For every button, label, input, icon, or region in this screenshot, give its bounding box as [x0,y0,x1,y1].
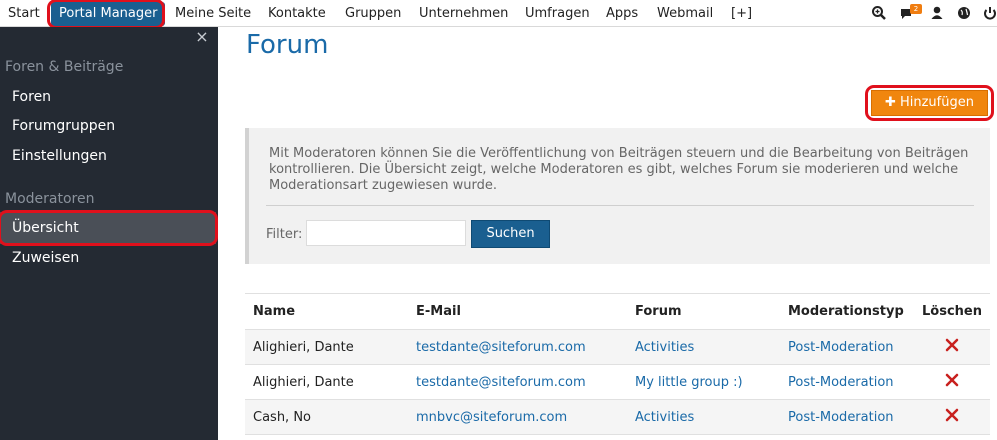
nav-umfragen[interactable]: Umfragen [525,0,590,27]
forum-link[interactable]: Activities [635,340,694,355]
notification-badge: 2 [910,4,922,14]
moderators-table: Name E-Mail Forum Moderationstyp Löschen… [245,293,990,435]
info-panel: Mit Moderatoren können Sie die Veröffent… [245,128,990,264]
sidebar: × Foren & Beiträge Foren Forumgruppen Ei… [0,27,218,440]
column-name: Name [245,293,408,330]
moderation-type-link[interactable]: Post-Moderation [788,375,894,390]
user-icon[interactable] [928,4,946,22]
power-icon[interactable] [981,4,997,22]
delete-icon[interactable] [945,408,959,422]
add-button-label: Hinzufügen [899,95,974,110]
table-header-row: Name E-Mail Forum Moderationstyp Löschen [245,293,990,330]
sidebar-item-foren[interactable]: Foren [12,89,51,105]
close-icon[interactable]: × [195,29,209,45]
nav-more[interactable]: [+] [731,0,752,27]
page-title: Forum [246,30,329,60]
add-button[interactable]: ✚ Hinzufügen [871,90,988,116]
filter-label: Filter: [266,227,303,242]
search-icon[interactable] [870,4,888,22]
sidebar-section-moderatoren: Moderatoren [5,191,95,207]
table-row: Alighieri, Dante testdante@siteforum.com… [245,329,990,365]
top-navigation: Start Portal Manager Meine Seite Kontakt… [0,0,997,27]
sidebar-item-zuweisen[interactable]: Zuweisen [12,250,79,266]
column-loeschen: Löschen [914,293,990,330]
moderation-type-link[interactable]: Post-Moderation [788,410,894,425]
delete-icon[interactable] [945,373,959,387]
column-moderationstyp: Moderationstyp [780,293,914,330]
nav-webmail[interactable]: Webmail [657,0,713,27]
email-link[interactable]: mnbvc@siteforum.com [416,410,567,425]
nav-kontakte[interactable]: Kontakte [268,0,326,27]
column-forum: Forum [627,293,780,330]
info-text: Mit Moderatoren können Sie die Veröffent… [269,146,969,193]
nav-unternehmen[interactable]: Unternehmen [419,0,508,27]
filter-input[interactable] [306,220,466,246]
delete-icon[interactable] [945,338,959,352]
moderation-type-link[interactable]: Post-Moderation [788,340,894,355]
nav-start[interactable]: Start [8,0,40,27]
table-row: Alighieri, Dante testdante@siteforum.com… [245,364,990,400]
nav-portal-manager[interactable]: Portal Manager [51,2,166,26]
globe-icon[interactable] [955,4,973,22]
plus-icon: ✚ [885,95,896,110]
nav-meine-seite[interactable]: Meine Seite [175,0,251,27]
sidebar-item-uebersicht[interactable]: Übersicht [12,220,79,236]
sidebar-item-einstellungen[interactable]: Einstellungen [12,148,107,164]
cell-name: Alighieri, Dante [245,364,408,400]
email-link[interactable]: testdante@siteforum.com [416,375,586,390]
cell-name: Cash, No [245,399,408,435]
column-email: E-Mail [408,293,627,330]
forum-link[interactable]: Activities [635,410,694,425]
nav-apps[interactable]: Apps [606,0,638,27]
email-link[interactable]: testdante@siteforum.com [416,340,586,355]
divider [266,205,974,206]
sidebar-item-forumgruppen[interactable]: Forumgruppen [12,118,115,134]
cell-name: Alighieri, Dante [245,329,408,365]
table-row: Cash, No mnbvc@siteforum.com Activities … [245,399,990,435]
search-button[interactable]: Suchen [471,220,550,248]
nav-gruppen[interactable]: Gruppen [345,0,401,27]
sidebar-section-foren: Foren & Beiträge [5,59,124,75]
forum-link[interactable]: My little group :) [635,375,743,390]
